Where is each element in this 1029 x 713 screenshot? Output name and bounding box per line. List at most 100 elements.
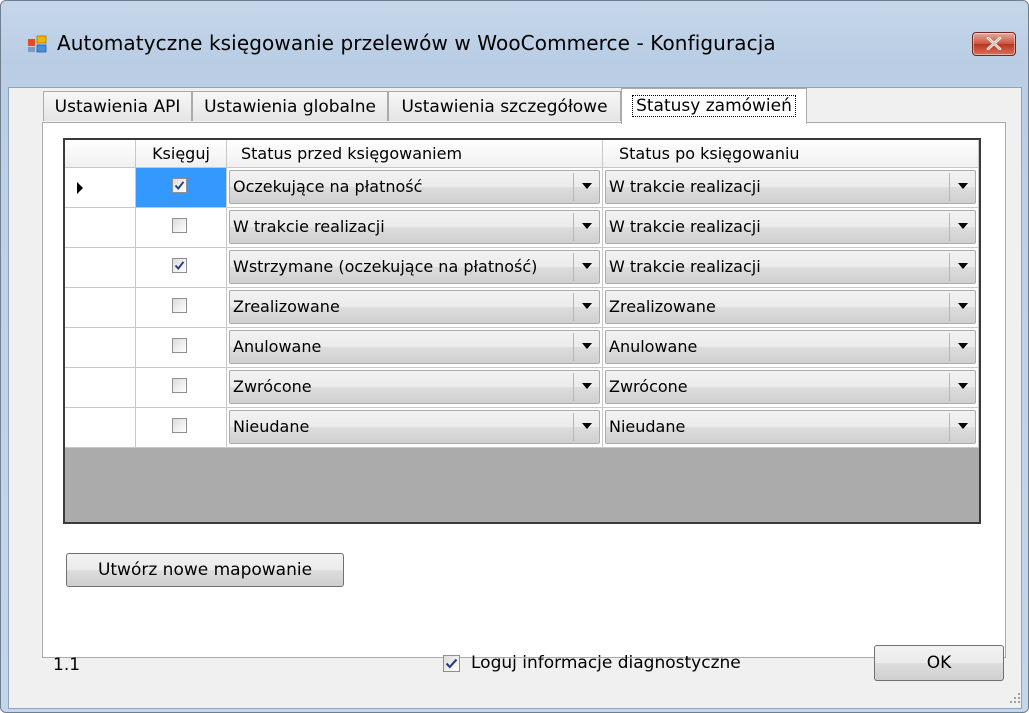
tab-label: Statusy zamówień: [632, 95, 796, 117]
status-before-cell: W trakcie realizacji: [227, 208, 603, 248]
dropdown-value: Anulowane: [233, 337, 322, 356]
title-bar[interactable]: Automatyczne księgowanie przelewów w Woo…: [1, 1, 1028, 87]
chevron-down-icon[interactable]: [582, 343, 592, 349]
dropdown-value: Nieudane: [609, 417, 686, 436]
book-checkbox[interactable]: [172, 218, 187, 233]
status-before-dropdown[interactable]: Wstrzymane (oczekujące na płatność): [229, 250, 600, 284]
status-before-dropdown[interactable]: Oczekujące na płatność: [229, 170, 600, 204]
dropdown-value: Zrealizowane: [233, 297, 340, 316]
dropdown-separator: [949, 333, 950, 361]
dropdown-separator: [949, 413, 950, 441]
ok-button[interactable]: OK: [874, 645, 1004, 681]
status-after-cell: W trakcie realizacji: [603, 248, 979, 288]
close-icon: [986, 37, 1002, 50]
create-new-mapping-button[interactable]: Utwórz nowe mapowanie: [66, 553, 344, 587]
tab-label: Ustawienia szczegółowe: [401, 97, 608, 117]
diagnostics-checkbox[interactable]: [443, 655, 460, 672]
status-after-dropdown[interactable]: Zwrócone: [605, 370, 976, 404]
book-cell: [136, 208, 227, 248]
book-cell: [136, 168, 227, 208]
tab-global-settings[interactable]: Ustawienia globalne: [192, 91, 388, 121]
row-header[interactable]: [65, 208, 136, 248]
chevron-down-icon[interactable]: [958, 423, 968, 429]
status-mapping-grid[interactable]: Księguj Status przed księgowaniem Status…: [63, 138, 981, 524]
dropdown-separator: [949, 373, 950, 401]
tab-label: Ustawienia globalne: [204, 97, 376, 117]
dropdown-value: Nieudane: [233, 417, 310, 436]
chevron-down-icon[interactable]: [958, 303, 968, 309]
book-cell: [136, 368, 227, 408]
status-before-dropdown[interactable]: Zwrócone: [229, 370, 600, 404]
row-header[interactable]: [65, 408, 136, 448]
status-after-dropdown[interactable]: Zrealizowane: [605, 290, 976, 324]
chevron-down-icon[interactable]: [582, 383, 592, 389]
status-after-cell: W trakcie realizacji: [603, 208, 979, 248]
chevron-down-icon[interactable]: [582, 263, 592, 269]
status-after-dropdown[interactable]: Anulowane: [605, 330, 976, 364]
chevron-down-icon[interactable]: [582, 183, 592, 189]
row-pointer-icon: [77, 182, 83, 194]
book-checkbox[interactable]: [172, 298, 187, 313]
dropdown-separator: [573, 173, 574, 201]
tab-api-settings[interactable]: Ustawienia API: [43, 91, 192, 121]
book-checkbox[interactable]: [172, 178, 187, 193]
book-checkbox[interactable]: [172, 418, 187, 433]
status-before-dropdown[interactable]: Anulowane: [229, 330, 600, 364]
status-before-dropdown[interactable]: Zrealizowane: [229, 290, 600, 324]
status-after-dropdown[interactable]: Nieudane: [605, 410, 976, 444]
row-header[interactable]: [65, 288, 136, 328]
close-button[interactable]: [972, 32, 1016, 56]
column-header-status-before[interactable]: Status przed księgowaniem: [227, 140, 603, 168]
column-header-label: Status przed księgowaniem: [241, 144, 463, 163]
book-checkbox[interactable]: [172, 258, 187, 273]
book-cell: [136, 328, 227, 368]
chevron-down-icon[interactable]: [582, 303, 592, 309]
dropdown-value: Oczekujące na płatność: [233, 177, 423, 196]
window-client-area: Ustawienia API Ustawienia globalne Ustaw…: [8, 87, 1022, 709]
row-header[interactable]: [65, 328, 136, 368]
row-header[interactable]: [65, 368, 136, 408]
dropdown-separator: [573, 293, 574, 321]
status-after-dropdown[interactable]: W trakcie realizacji: [605, 250, 976, 284]
column-header-status-after[interactable]: Status po księgowaniu: [603, 140, 979, 168]
status-before-cell: Oczekujące na płatność: [227, 168, 603, 208]
chevron-down-icon[interactable]: [958, 263, 968, 269]
tab-label: Ustawienia API: [54, 97, 181, 117]
status-before-cell: Nieudane: [227, 408, 603, 448]
book-checkbox[interactable]: [172, 338, 187, 353]
status-after-cell: Zwrócone: [603, 368, 979, 408]
dropdown-value: W trakcie realizacji: [233, 217, 385, 236]
config-window: Automatyczne księgowanie przelewów w Woo…: [0, 0, 1029, 713]
status-after-dropdown[interactable]: W trakcie realizacji: [605, 210, 976, 244]
dropdown-separator: [573, 373, 574, 401]
tab-detailed-settings[interactable]: Ustawienia szczegółowe: [388, 91, 621, 121]
column-header-book[interactable]: Księguj: [136, 140, 227, 168]
chevron-down-icon[interactable]: [582, 423, 592, 429]
status-before-dropdown[interactable]: Nieudane: [229, 410, 600, 444]
row-header[interactable]: [65, 168, 136, 208]
chevron-down-icon[interactable]: [958, 383, 968, 389]
resize-grip-icon[interactable]: [1009, 692, 1021, 704]
book-cell: [136, 288, 227, 328]
status-before-dropdown[interactable]: W trakcie realizacji: [229, 210, 600, 244]
book-checkbox[interactable]: [172, 378, 187, 393]
dropdown-value: Anulowane: [609, 337, 698, 356]
dropdown-value: Zrealizowane: [609, 297, 716, 316]
status-after-dropdown[interactable]: W trakcie realizacji: [605, 170, 976, 204]
chevron-down-icon[interactable]: [958, 223, 968, 229]
chevron-down-icon[interactable]: [582, 223, 592, 229]
tab-order-statuses[interactable]: Statusy zamówień: [621, 88, 807, 124]
row-header[interactable]: [65, 248, 136, 288]
chevron-down-icon[interactable]: [958, 343, 968, 349]
dropdown-separator: [573, 213, 574, 241]
dropdown-separator: [573, 413, 574, 441]
app-window-icon: [27, 34, 47, 54]
dropdown-value: W trakcie realizacji: [609, 217, 761, 236]
diagnostics-label[interactable]: Loguj informacje diagnostyczne: [471, 653, 741, 673]
book-cell: [136, 408, 227, 448]
status-after-cell: W trakcie realizacji: [603, 168, 979, 208]
dropdown-separator: [573, 253, 574, 281]
chevron-down-icon[interactable]: [958, 183, 968, 189]
dropdown-value: Wstrzymane (oczekujące na płatność): [233, 257, 538, 276]
dropdown-value: Zwrócone: [233, 377, 312, 396]
